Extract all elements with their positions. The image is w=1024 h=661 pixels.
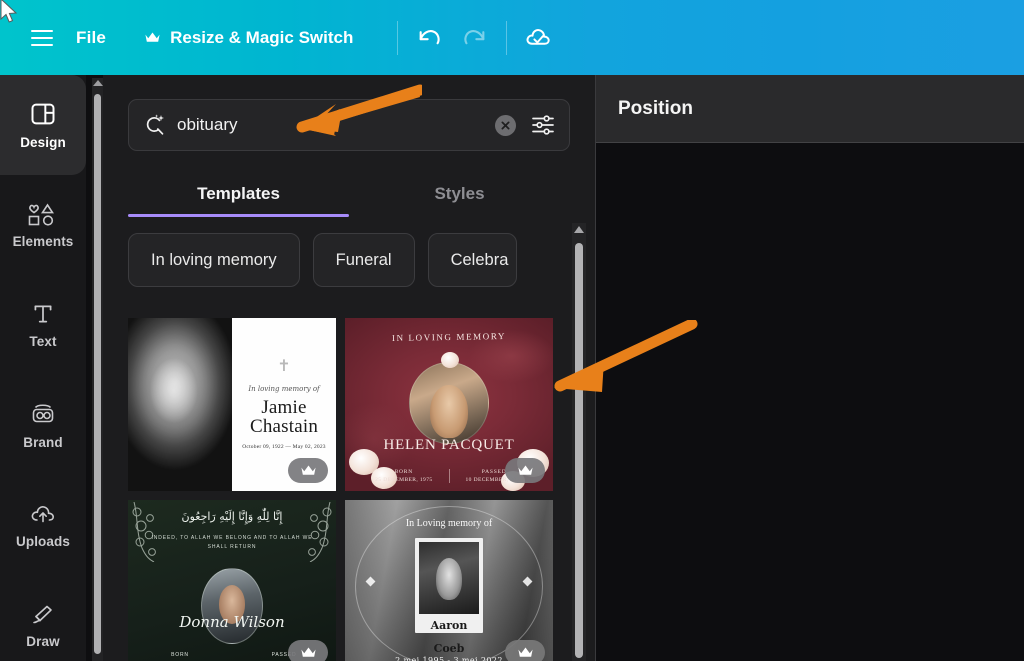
born-label: BORN [171, 652, 189, 658]
crown-icon [517, 465, 533, 475]
template-title: In Loving memory of [405, 518, 493, 529]
search-input[interactable] [177, 115, 495, 135]
pro-badge [505, 640, 545, 661]
search-bar[interactable] [128, 99, 570, 151]
crown-icon [517, 647, 533, 657]
sidebar-item-label: Brand [23, 435, 63, 450]
clear-search-button[interactable] [495, 114, 516, 136]
brand-co-icon [32, 404, 54, 423]
template-person-name: Aaron Coeb [430, 619, 468, 655]
toolbar-divider-1 [397, 20, 399, 55]
sidebar-item-elements[interactable]: Elements [0, 175, 86, 275]
template-subtitle: INDEED, TO ALLAH WE BELONG AND TO ALLAH … [151, 535, 313, 550]
position-panel: Position [595, 75, 1024, 661]
template-photo-frame: Aaron Coeb [415, 538, 483, 655]
canva-editor-window: File Resize & Magic Switch Design Elemen… [0, 0, 1024, 661]
pen-draw-icon [33, 605, 52, 624]
magic-search-icon [146, 114, 164, 135]
born-label: BORN [394, 469, 414, 475]
template-last-name: Chastain [249, 416, 319, 437]
sidebar-item-draw[interactable]: Draw [0, 575, 86, 661]
resize-magic-switch-label: Resize & Magic Switch [170, 27, 354, 47]
template-card-helen-pacquet[interactable]: IN LOVING MEMORY HELEN PACQUET BORN 25 D… [345, 318, 553, 491]
redo-button[interactable] [452, 16, 496, 60]
cloud-check-icon [526, 28, 551, 45]
undo-button[interactable] [408, 16, 452, 60]
template-portrait-photo [419, 542, 479, 614]
sidebar-item-brand[interactable]: Brand [0, 375, 86, 475]
cross-icon: ✝ [277, 357, 291, 375]
crown-icon [300, 647, 316, 657]
sidebar-item-label: Design [20, 135, 66, 150]
scrollbar-thumb[interactable] [575, 243, 583, 658]
save-status-button[interactable] [517, 16, 561, 60]
shapes-icon [28, 203, 54, 226]
file-menu-button[interactable]: File [64, 20, 118, 56]
sidebar-item-label: Draw [26, 634, 60, 649]
sidebar-scrollbar[interactable] [92, 78, 103, 661]
template-portrait-photo [128, 318, 232, 491]
templates-panel: Templates Styles In loving memory Funera… [103, 75, 595, 661]
sidebar-item-label: Text [29, 334, 57, 349]
close-x-icon [501, 121, 510, 129]
panel-tabs: Templates Styles [128, 171, 570, 217]
scroll-up-arrow-icon[interactable] [92, 80, 103, 86]
template-card-donna-wilson[interactable]: إِنَّا لِلّٰهِ وَإِنَّا إِلَيْهِ رَاجِعُ… [128, 500, 336, 661]
mouse-pointer-icon [0, 0, 18, 23]
chip-celebration[interactable]: Celebra [427, 233, 518, 287]
pro-badge [288, 458, 328, 483]
sidebar-item-design[interactable]: Design [0, 75, 86, 175]
redo-icon [464, 29, 485, 44]
template-kicker: In loving memory of [248, 384, 320, 393]
chip-funeral[interactable]: Funeral [312, 233, 415, 287]
design-layout-icon [31, 103, 55, 125]
crown-icon [145, 32, 160, 42]
left-sidebar-rail: Design Elements Text Brand Uploads Draw [0, 75, 86, 661]
position-panel-title: Position [618, 97, 693, 119]
pro-badge [288, 640, 328, 661]
filter-chips: In loving memory Funeral Celebra [128, 233, 570, 287]
divider [448, 469, 450, 483]
sidebar-item-label: Uploads [16, 534, 70, 549]
template-person-name: HELEN PACQUET [383, 437, 515, 453]
undo-icon [419, 29, 441, 44]
born-value: 25 DECEMBER, 1975 [375, 477, 433, 483]
sidebar-item-text[interactable]: Text [0, 275, 86, 375]
sidebar-item-uploads[interactable]: Uploads [0, 475, 86, 575]
text-t-icon [34, 305, 52, 323]
sidebar-item-label: Elements [12, 234, 74, 249]
tab-templates[interactable]: Templates [128, 171, 349, 217]
template-results-grid: ✝ In loving memory of Jamie Chastain Oct… [128, 318, 570, 661]
template-card-jamie-chastain[interactable]: ✝ In loving memory of Jamie Chastain Oct… [128, 318, 336, 491]
top-toolbar: File Resize & Magic Switch [0, 0, 1024, 75]
template-person-name: Donna Wilson [179, 613, 285, 631]
crown-icon [300, 465, 316, 475]
template-arabic-text: إِنَّا لِلّٰهِ وَإِنَّا إِلَيْهِ رَاجِعُ… [181, 510, 283, 523]
template-portrait-photo [409, 362, 489, 444]
templates-panel-scrollbar[interactable] [572, 223, 586, 661]
pro-badge [505, 458, 545, 483]
position-panel-header: Position [596, 75, 1024, 143]
resize-magic-switch-button[interactable]: Resize & Magic Switch [132, 20, 365, 56]
tab-styles[interactable]: Styles [349, 171, 570, 217]
template-first-name: Jamie [261, 396, 307, 418]
floral-decoration-icon [441, 352, 459, 368]
filter-sliders-icon[interactable] [530, 112, 556, 138]
cloud-upload-icon [31, 506, 54, 523]
template-portrait-photo [201, 568, 263, 644]
hamburger-menu-icon[interactable] [20, 16, 64, 60]
scroll-up-arrow-icon[interactable] [574, 226, 584, 233]
toolbar-divider-2 [506, 20, 508, 55]
position-panel-body [596, 143, 1024, 660]
scrollbar-thumb[interactable] [94, 94, 101, 654]
template-card-aaron-coeb[interactable]: In Loving memory of Aaron Coeb 2 mei 199… [345, 500, 553, 661]
chip-in-loving-memory[interactable]: In loving memory [128, 233, 300, 287]
template-dates: October 09, 1922 — May 02, 2023 [242, 444, 326, 451]
